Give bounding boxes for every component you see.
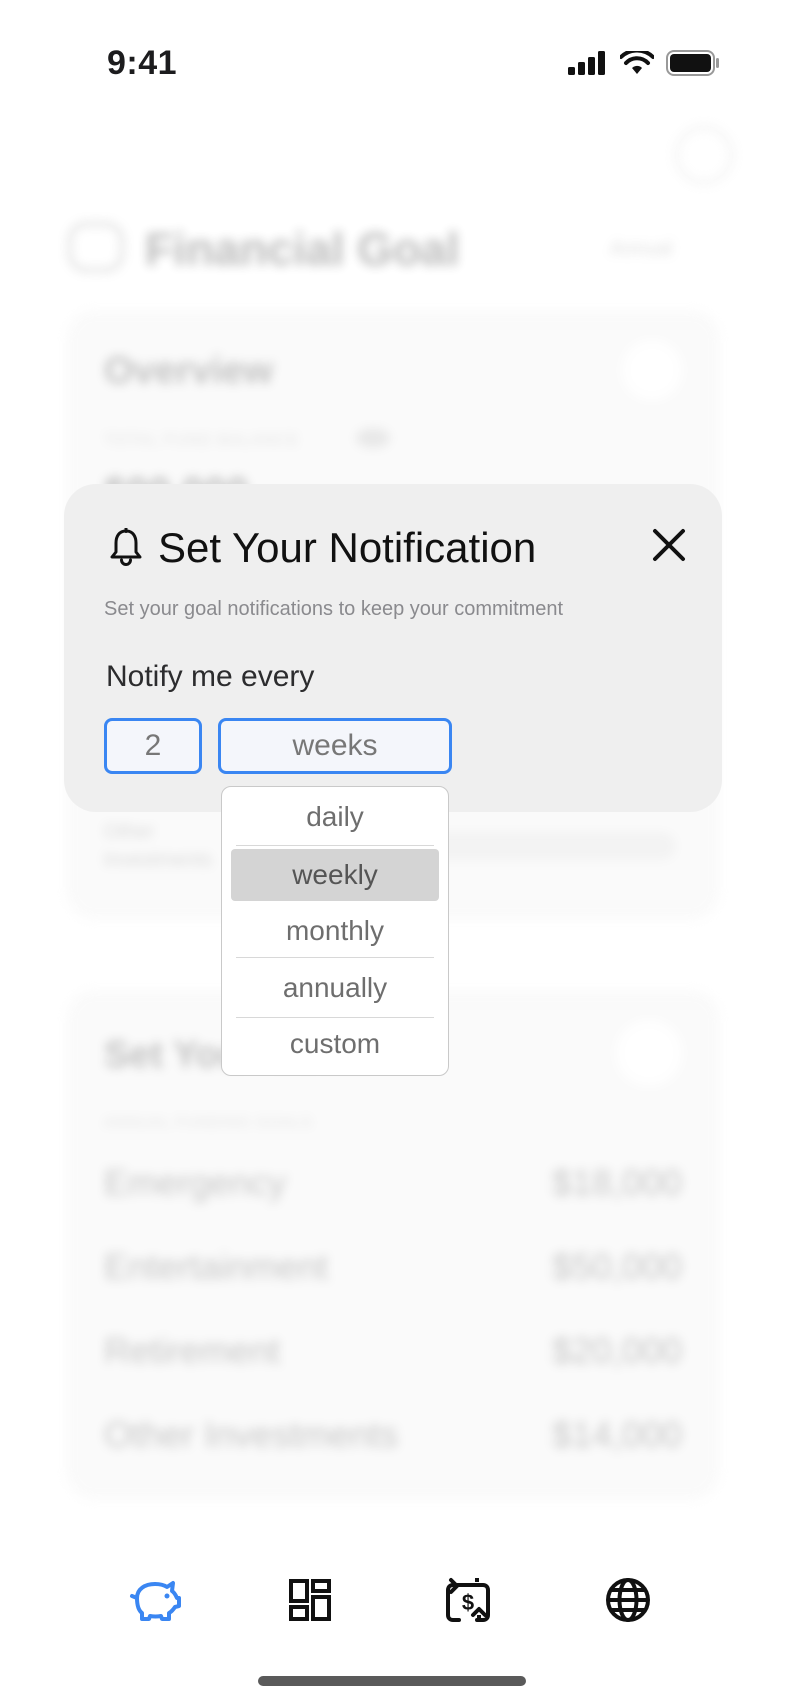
page-title: Financial Goal <box>145 223 460 275</box>
piggy-logo-icon <box>68 222 124 272</box>
interval-input[interactable] <box>104 718 202 774</box>
goal-label: Entertainment <box>104 1246 329 1287</box>
goal-value: $50,000 <box>551 1246 682 1287</box>
divider <box>236 845 434 846</box>
goals-caption: ANNUAL FUNDING GOALS <box>104 1114 313 1131</box>
goals-action-button <box>616 1020 682 1086</box>
divider <box>236 1017 434 1018</box>
close-icon[interactable] <box>650 526 688 564</box>
overview-caption: TOTAL FUND BALANCE <box>104 432 300 449</box>
goal-value: $18,000 <box>551 1162 682 1203</box>
dropdown-option-daily[interactable]: daily <box>222 801 448 833</box>
overview-title: Overview <box>104 350 273 392</box>
home-indicator[interactable] <box>258 1676 526 1686</box>
goal-row: Entertainment $50,000 <box>104 1246 682 1288</box>
dropdown-option-monthly[interactable]: monthly <box>222 915 448 947</box>
unit-dropdown: daily weekly monthly annually custom <box>221 786 449 1076</box>
money-exchange-icon: $ <box>446 1578 490 1622</box>
tab-savings[interactable] <box>125 1570 185 1630</box>
piggy-bank-icon <box>130 1581 181 1621</box>
dropdown-option-custom[interactable]: custom <box>222 1028 448 1060</box>
goal-value: $20,000 <box>551 1330 682 1371</box>
eye-icon <box>356 428 390 448</box>
tab-bar: $ <box>0 1570 786 1630</box>
divider <box>236 957 434 958</box>
tab-dashboard[interactable] <box>280 1570 340 1630</box>
bell-icon <box>110 528 142 566</box>
goal-label: Emergency <box>104 1162 287 1203</box>
dropdown-option-weekly[interactable]: weekly <box>222 859 448 891</box>
bell-button-bg <box>622 340 682 400</box>
period-toggle: Annual <box>610 238 673 260</box>
globe-icon <box>606 1578 650 1622</box>
avatar <box>675 126 733 184</box>
svg-text:$: $ <box>462 1590 474 1615</box>
modal-subtitle: Set your goal notifications to keep your… <box>104 598 564 620</box>
goal-label: Retirement <box>104 1330 281 1371</box>
goal-value: $14,000 <box>551 1414 682 1455</box>
notification-modal: Set Your Notification Set your goal noti… <box>64 484 722 812</box>
modal-title: Set Your Notification <box>158 524 537 571</box>
goal-row: Retirement $20,000 <box>104 1330 682 1372</box>
goal-row: Other Investments $14,000 <box>104 1414 682 1456</box>
dropdown-option-annually[interactable]: annually <box>222 972 448 1004</box>
goal-label: Other Investments <box>104 1414 399 1455</box>
tab-exchange[interactable]: $ <box>438 1570 498 1630</box>
notify-label: Notify me every <box>106 660 315 693</box>
unit-select[interactable] <box>218 718 452 774</box>
tab-global[interactable] <box>598 1570 658 1630</box>
dashboard-grid-icon <box>289 1579 331 1621</box>
goal-row: Emergency $18,000 <box>104 1162 682 1204</box>
